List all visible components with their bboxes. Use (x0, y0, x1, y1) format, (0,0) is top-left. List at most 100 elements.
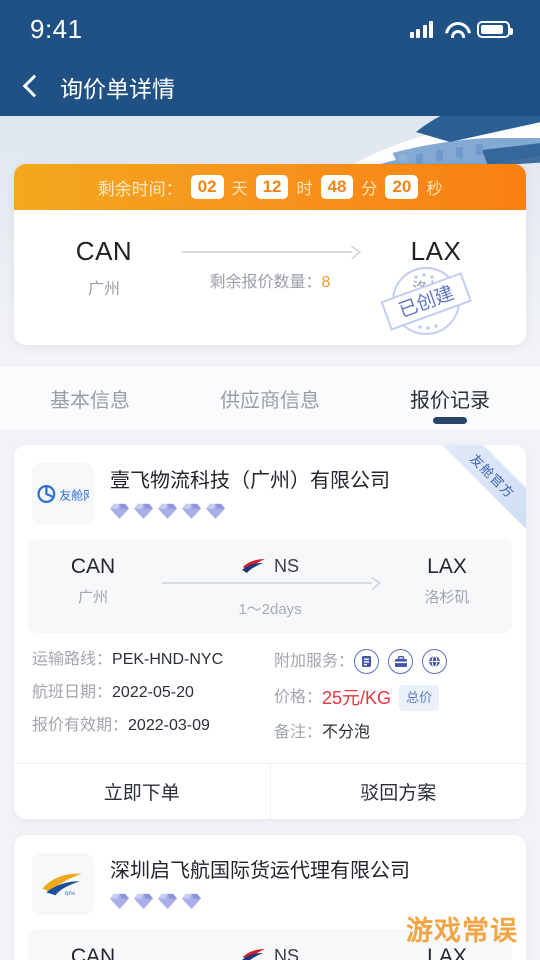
back-chevron-icon[interactable] (22, 74, 46, 98)
note-value: 不分泡 (322, 724, 371, 741)
watermark: 游戏常误 (406, 916, 518, 947)
quote-header: 友舱网 壹飞物流科技（广州）有限公司 (14, 445, 526, 539)
price-value: 25元 (322, 688, 361, 708)
quote-route-arrow-icon (162, 577, 378, 589)
page-title: 询价单详情 (60, 76, 175, 102)
youcangwang-logo: 友舱网 (32, 463, 94, 525)
hero-origin: CAN 广州 (40, 236, 168, 299)
quote-origin: CAN 广州 (38, 555, 148, 607)
quote-destination-city: 洛杉矶 (424, 589, 470, 606)
carrier-code: NS (273, 945, 299, 960)
quote-origin-city: 广州 (77, 589, 108, 606)
app-screen: 9:41 询价单详情 剩余时间： 02 天 12 时 48 分 20 秒 CAN… (0, 0, 540, 960)
inquiry-summary-card: 剩余时间： 02 天 12 时 48 分 20 秒 CAN 广州 剩余报价数量：… (14, 164, 526, 345)
carrier-info: NS (148, 945, 392, 960)
china-eastern-swallow-icon (241, 559, 265, 573)
quote-company-block: 深圳启飞航国际货运代理有限公司 (110, 859, 410, 910)
countdown-days: 02 (190, 175, 224, 199)
quote-company-name: 壹飞物流科技（广州）有限公司 (110, 469, 390, 492)
document-icon[interactable] (354, 649, 380, 674)
quote-card[interactable]: 友舱官方 友舱网 壹飞物流科技（广州）有限公司 (14, 445, 526, 819)
status-indicators (409, 20, 513, 38)
note-label: 备注： (274, 724, 323, 741)
nav-bar: 询价单详情 (0, 58, 540, 116)
quote-route: CAN 广州 NS 1～2days LAX 洛 (28, 539, 512, 633)
quote-destination-code: LAX (427, 555, 467, 578)
tab-supplier-info[interactable]: 供应商信息 (180, 367, 360, 430)
quote-origin-code: CAN (70, 555, 116, 578)
flight-date-row: 航班日期： 2022-05-20 (32, 682, 266, 704)
carrier-code: NS (273, 555, 299, 576)
price-label: 价格： (274, 689, 323, 706)
countdown-days-unit: 天 (231, 181, 248, 198)
remaining-quotes-label: 剩余报价数量： (209, 274, 322, 291)
route-row: 运输路线： PEK-HND-NYC (32, 649, 266, 671)
qifeihang-logo: QFH (32, 853, 94, 915)
hero-section: 剩余时间： 02 天 12 时 48 分 20 秒 CAN 广州 剩余报价数量：… (0, 116, 540, 367)
flight-date-label: 航班日期： (32, 684, 113, 701)
services-label: 附加服务： (274, 652, 355, 670)
diamond-icon (134, 893, 153, 909)
hero-origin-code: CAN (75, 236, 133, 266)
diamond-icon (134, 503, 153, 519)
flight-date-value: 2022-05-20 (112, 684, 194, 701)
countdown-hours-unit: 时 (296, 181, 313, 198)
countdown-hours: 12 (255, 175, 289, 199)
quote-company-name: 深圳启飞航国际货运代理有限公司 (110, 859, 410, 882)
tab-quote-records[interactable]: 报价记录 (360, 367, 540, 430)
quote-destination: LAX 洛杉矶 (392, 555, 502, 607)
quote-actions: 立即下单 驳回方案 (14, 763, 526, 819)
quote-company-block: 壹飞物流科技（广州）有限公司 (110, 469, 390, 520)
quote-route-middle: NS 1～2days (148, 555, 392, 619)
place-order-button[interactable]: 立即下单 (14, 764, 270, 819)
svg-text:友舱网: 友舱网 (59, 489, 89, 503)
diamond-icon (182, 503, 201, 519)
quote-details: 运输路线： PEK-HND-NYC 航班日期： 2022-05-20 报价有效期… (14, 633, 526, 763)
validity-label: 报价有效期： (32, 717, 129, 734)
svg-text:QFH: QFH (65, 891, 75, 897)
rating-gems (110, 502, 390, 520)
quote-origin: CAN 广州 (38, 945, 148, 960)
note-row: 备注： 不分泡 (274, 722, 508, 744)
hero-route-middle: 剩余报价数量：8 (168, 236, 372, 292)
route-arrow-icon (182, 246, 358, 258)
countdown-seconds: 20 (385, 175, 419, 199)
quote-list: 友舱官方 友舱网 壹飞物流科技（广州）有限公司 (0, 431, 540, 960)
tab-basic-info[interactable]: 基本信息 (0, 367, 180, 430)
wifi-icon (444, 21, 466, 38)
status-time: 9:41 (30, 13, 83, 44)
transit-days: 1～2days (238, 601, 302, 618)
tab-bar: 基本信息 供应商信息 报价记录 (0, 367, 540, 431)
countdown-seconds-unit: 秒 (426, 181, 443, 198)
countdown-label: 剩余时间： (97, 179, 183, 199)
diamond-icon (158, 503, 177, 519)
reject-plan-button[interactable]: 驳回方案 (269, 764, 527, 819)
price-row: 价格： 25元 /KG 总价 (274, 685, 508, 711)
diamond-icon (110, 503, 129, 519)
status-bar: 9:41 (0, 0, 540, 58)
globe-icon[interactable] (422, 649, 448, 674)
validity-value: 2022-03-09 (128, 717, 210, 734)
countdown-minutes-unit: 分 (361, 181, 378, 198)
battery-icon (477, 20, 513, 38)
status-badge: 已创建 (380, 267, 472, 335)
service-icons (354, 649, 448, 674)
china-eastern-swallow-icon (241, 949, 265, 960)
rating-gems (110, 892, 410, 910)
quote-details-right: 附加服务： 价格： 25元 /KG 总价 备注： 不分泡 (274, 649, 508, 755)
quote-origin-code: CAN (70, 945, 116, 960)
quote-route-middle: NS 1～2days (148, 945, 392, 960)
diamond-icon (110, 893, 129, 909)
package-icon[interactable] (388, 649, 414, 674)
services-row: 附加服务： (274, 649, 508, 674)
remaining-quotes-count: 8 (321, 274, 331, 291)
countdown-minutes: 48 (320, 175, 354, 199)
route-value: PEK-HND-NYC (112, 651, 224, 668)
signal-bars-icon (409, 20, 433, 38)
price-tag: 总价 (399, 685, 440, 711)
route-label: 运输路线： (32, 651, 113, 668)
diamond-icon (206, 503, 225, 519)
price-unit: /KG (360, 688, 392, 708)
countdown-banner: 剩余时间： 02 天 12 时 48 分 20 秒 (14, 164, 526, 210)
carrier-info: NS (148, 555, 392, 577)
